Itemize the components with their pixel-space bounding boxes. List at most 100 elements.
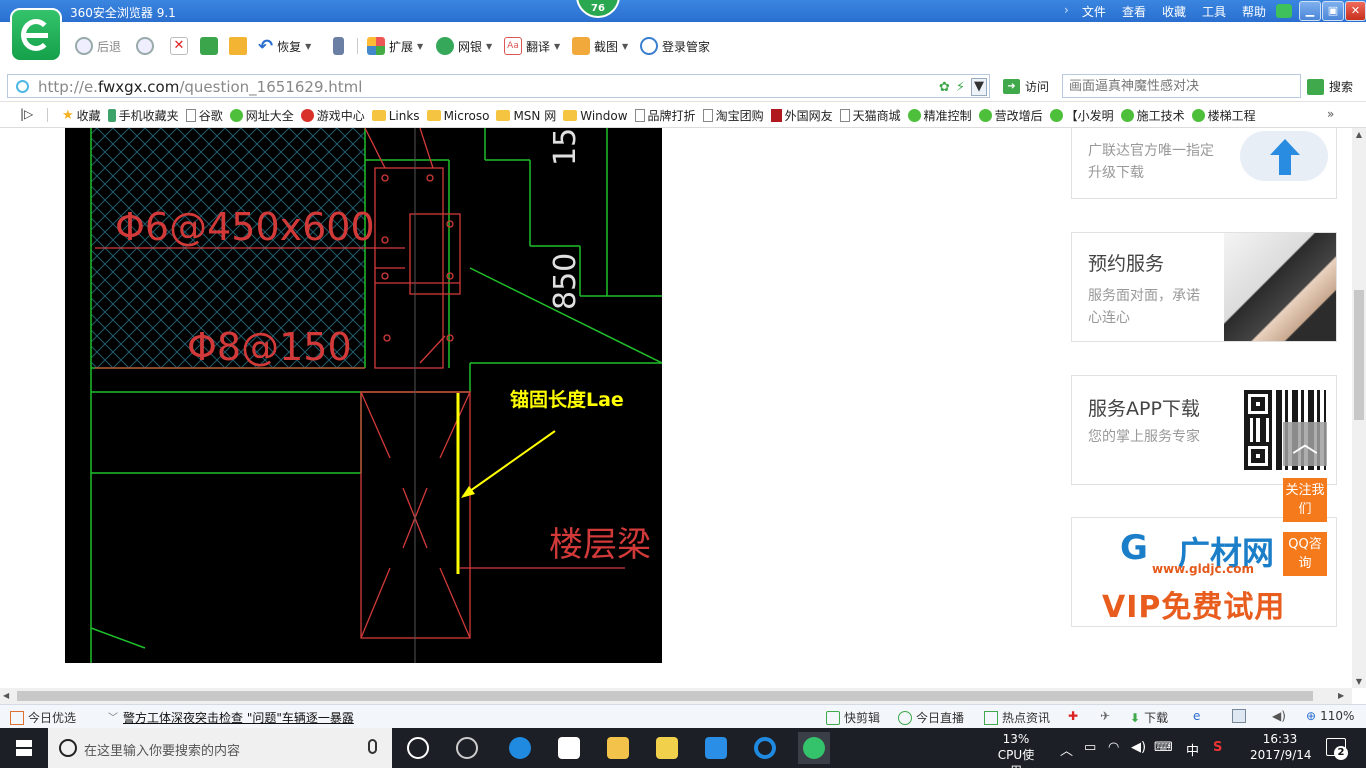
sogou-input-icon[interactable]: S bbox=[1213, 740, 1222, 755]
maximize-button[interactable]: ▣ bbox=[1322, 1, 1344, 21]
fav-item[interactable]: 品牌打折 bbox=[634, 107, 696, 124]
fav-item[interactable]: 外国网友 bbox=[770, 107, 833, 124]
fav-item[interactable]: 游戏中心 bbox=[300, 107, 365, 124]
app-swirl[interactable] bbox=[451, 732, 483, 764]
fav-item[interactable]: 网址大全 bbox=[229, 107, 294, 124]
expand-chevron-icon[interactable]: ﹀ bbox=[108, 709, 118, 724]
qq-consult-button[interactable]: QQ咨询 bbox=[1283, 532, 1327, 576]
start-button[interactable] bbox=[0, 728, 48, 768]
upgrade-download-card[interactable]: 广联达官方唯一指定升级下载 bbox=[1071, 128, 1337, 199]
scroll-left-icon[interactable]: ◀ bbox=[3, 691, 9, 700]
address-bar[interactable]: http://e.fwxgx.com/question_1651629.html… bbox=[7, 74, 990, 98]
speed-mode-icon[interactable]: ⚡ bbox=[956, 80, 965, 95]
sidebar-toggle-icon[interactable]: |▷ bbox=[20, 107, 33, 121]
browser-logo-icon[interactable] bbox=[10, 8, 62, 62]
follow-us-button[interactable]: 关注我们 bbox=[1283, 478, 1327, 522]
scroll-up-icon[interactable]: ▲ bbox=[1352, 130, 1366, 139]
hot-news-button[interactable]: 热点资讯 bbox=[984, 709, 1050, 726]
download-button[interactable]: ⬇ 下载 bbox=[1130, 709, 1168, 726]
explorer-app[interactable] bbox=[602, 732, 634, 764]
minimize-button[interactable]: ▁ bbox=[1299, 1, 1321, 21]
forward-button[interactable] bbox=[136, 36, 154, 56]
feiq-app[interactable] bbox=[700, 732, 732, 764]
pin-icon[interactable]: ✈ bbox=[1100, 709, 1110, 723]
fav-item[interactable]: ★ 收藏 bbox=[62, 107, 101, 124]
skin-shirt-icon[interactable] bbox=[1276, 4, 1292, 18]
speaker-icon[interactable]: ◀) bbox=[1131, 740, 1146, 755]
ie-icon[interactable]: e bbox=[1193, 709, 1200, 723]
taskview-app[interactable] bbox=[402, 732, 434, 764]
fav-item[interactable]: Window bbox=[563, 107, 628, 124]
mobile-button[interactable] bbox=[333, 36, 344, 56]
toolbar: 后退 ✕ ↶ 恢复 ▼ 扩展 ▼ 网银 ▼ Aa 翻译 ▼ 截图 ▼ 登录管家 bbox=[0, 22, 1366, 70]
battery-icon[interactable]: ▭ bbox=[1084, 740, 1096, 755]
fav-item[interactable]: 【小发明 bbox=[1049, 107, 1114, 124]
close-button[interactable]: ✕ bbox=[1345, 1, 1366, 21]
clock[interactable]: 16:33 2017/9/14 bbox=[1250, 731, 1312, 763]
fav-item[interactable]: 谷歌 bbox=[185, 107, 223, 124]
translate-button[interactable]: Aa 翻译 ▼ bbox=[504, 36, 560, 56]
menu-help[interactable]: 帮助 bbox=[1242, 3, 1266, 20]
back-to-top-button[interactable]: ︿ bbox=[1283, 422, 1327, 466]
bank-button[interactable]: 网银 ▼ bbox=[436, 36, 492, 56]
fav-item[interactable]: 天猫商城 bbox=[839, 107, 901, 124]
notes-app[interactable] bbox=[651, 732, 683, 764]
screenshot-button[interactable]: 截图 ▼ bbox=[572, 36, 628, 56]
security-score-badge[interactable]: 76 bbox=[576, 0, 620, 18]
zoom-control[interactable]: ⊕ 110% bbox=[1306, 709, 1354, 723]
home-button[interactable] bbox=[229, 36, 247, 56]
back-button[interactable]: 后退 bbox=[75, 36, 121, 56]
appointment-service-card[interactable]: 预约服务 服务面对面，承诺心连心 bbox=[1071, 232, 1337, 342]
menu-favorites[interactable]: 收藏 bbox=[1162, 3, 1186, 20]
ime-mode[interactable]: 中 bbox=[1186, 740, 1199, 759]
url-dropdown-icon[interactable]: ▼ bbox=[971, 78, 987, 96]
live-button[interactable]: 今日直播 bbox=[898, 709, 964, 726]
horizontal-scrollbar[interactable]: ◀ ▶ bbox=[0, 688, 1352, 704]
url-text[interactable]: http://e.fwxgx.com/question_1651629.html bbox=[38, 78, 362, 96]
fav-item[interactable]: MSN 网 bbox=[496, 107, 556, 124]
vertical-scroll-thumb[interactable] bbox=[1354, 290, 1364, 420]
horizontal-scroll-thumb[interactable] bbox=[17, 691, 1313, 701]
scroll-down-icon[interactable]: ▼ bbox=[1352, 677, 1366, 686]
fav-item[interactable]: 精准控制 bbox=[907, 107, 972, 124]
store-app[interactable] bbox=[553, 732, 585, 764]
menu-file[interactable]: 文件 bbox=[1082, 3, 1106, 20]
scroll-right-icon[interactable]: ▶ bbox=[1338, 691, 1344, 700]
cpu-usage[interactable]: 13%CPU使用 bbox=[992, 731, 1040, 768]
window-icon[interactable] bbox=[1232, 709, 1246, 723]
news-headline[interactable]: 警方工体深夜突击检查 "问题"车辆逐一暴露 bbox=[123, 709, 354, 726]
extensions-button[interactable]: 扩展 ▼ bbox=[367, 36, 423, 56]
menu-tools[interactable]: 工具 bbox=[1202, 3, 1226, 20]
fav-item[interactable]: Links bbox=[371, 107, 420, 124]
taskbar-search[interactable]: 在这里输入你要搜索的内容 bbox=[48, 728, 392, 768]
go-button[interactable]: ➜ 访问 bbox=[1003, 78, 1049, 95]
refresh-button[interactable] bbox=[200, 36, 218, 56]
tray-expand-icon[interactable]: ︿ bbox=[1060, 740, 1073, 759]
edge-app[interactable] bbox=[504, 732, 536, 764]
search-input[interactable] bbox=[1063, 75, 1300, 97]
fav-item[interactable]: 淘宝团购 bbox=[702, 107, 764, 124]
today-pick-button[interactable]: 今日优选 bbox=[10, 709, 76, 726]
fav-item[interactable]: 施工技术 bbox=[1120, 107, 1185, 124]
login-manager-button[interactable]: 登录管家 bbox=[640, 36, 710, 56]
fav-item[interactable]: 楼梯工程 bbox=[1191, 107, 1256, 124]
wifi-icon[interactable]: ◠ bbox=[1108, 740, 1119, 755]
chevron-right-icon[interactable]: › bbox=[1064, 3, 1069, 17]
fav-item[interactable]: Microso bbox=[426, 107, 489, 124]
browser-360-app[interactable] bbox=[798, 732, 830, 764]
search-button[interactable]: 搜索 bbox=[1307, 78, 1353, 95]
volume-icon[interactable]: ◀) bbox=[1272, 709, 1286, 723]
security-check-icon[interactable]: ✿ bbox=[939, 80, 950, 95]
menu-view[interactable]: 查看 bbox=[1122, 3, 1146, 20]
fav-item[interactable]: 手机收藏夹 bbox=[107, 107, 179, 124]
vertical-scrollbar[interactable]: ▲ ▼ bbox=[1352, 128, 1366, 688]
health-cross-icon[interactable]: ✚ bbox=[1068, 709, 1078, 723]
fav-item[interactable]: 营改增后 bbox=[978, 107, 1043, 124]
keyboard-icon[interactable]: ⌨ bbox=[1154, 740, 1173, 755]
restore-button[interactable]: ↶ 恢复 ▼ bbox=[258, 36, 311, 57]
stop-button[interactable]: ✕ bbox=[170, 36, 188, 56]
microphone-icon[interactable] bbox=[368, 739, 377, 754]
quick-clip-button[interactable]: 快剪辑 bbox=[826, 709, 880, 726]
glodon-app[interactable] bbox=[749, 732, 781, 764]
more-favorites-icon[interactable]: » bbox=[1327, 107, 1334, 121]
